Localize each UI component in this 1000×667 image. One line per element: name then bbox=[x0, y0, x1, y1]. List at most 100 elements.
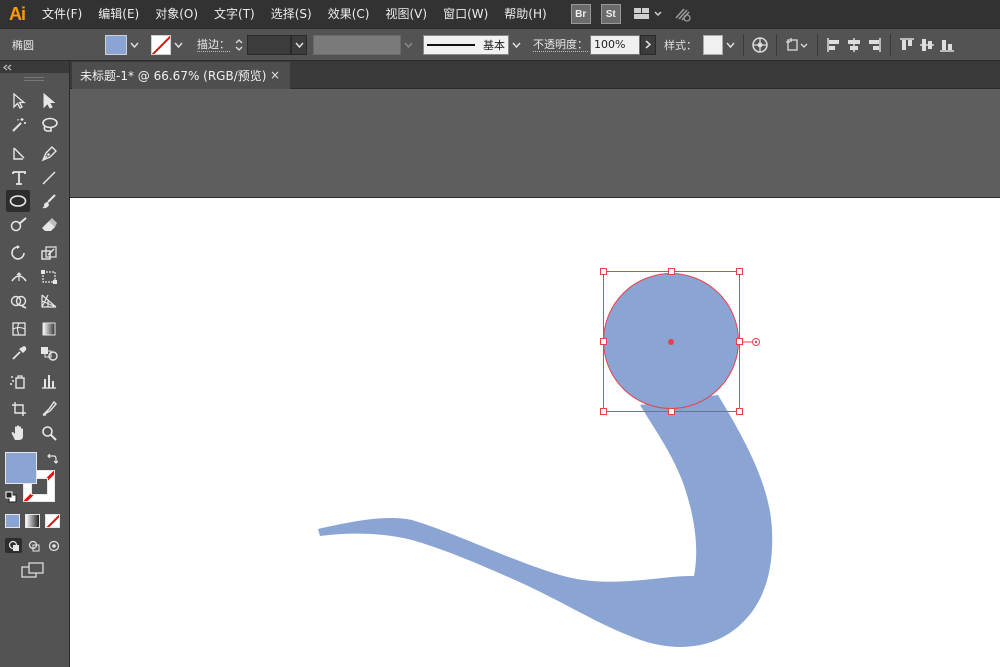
align-to-icon[interactable] bbox=[783, 33, 811, 57]
chevron-down-icon[interactable] bbox=[509, 35, 523, 55]
chevron-down-icon[interactable] bbox=[401, 35, 415, 55]
menu-bar: Ai 文件(F) 编辑(E) 对象(O) 文字(T) 选择(S) 效果(C) 视… bbox=[0, 0, 1000, 28]
fill-color-box[interactable] bbox=[5, 452, 37, 484]
double-chevron-left-icon[interactable] bbox=[3, 64, 13, 71]
draw-behind-icon[interactable] bbox=[25, 538, 42, 553]
app-logo[interactable]: Ai bbox=[0, 4, 34, 25]
document-tab-strip: 未标题-1* @ 66.67% (RGB/预览) × bbox=[70, 61, 1000, 89]
menu-effect[interactable]: 效果(C) bbox=[320, 0, 378, 28]
chevron-down-icon[interactable] bbox=[171, 35, 185, 55]
lasso-tool[interactable] bbox=[37, 114, 61, 136]
fill-color-swatch[interactable] bbox=[105, 34, 127, 55]
align-bottom-icon[interactable] bbox=[937, 33, 957, 57]
magic-wand-tool[interactable] bbox=[7, 114, 31, 136]
toolbox-collapse-bar[interactable] bbox=[0, 61, 69, 73]
free-transform-tool[interactable] bbox=[37, 266, 61, 288]
swap-fill-stroke-icon[interactable] bbox=[46, 453, 59, 468]
divider bbox=[743, 33, 744, 56]
divider bbox=[817, 33, 818, 56]
gradient-tool[interactable] bbox=[37, 318, 61, 340]
resize-handle[interactable] bbox=[600, 408, 607, 415]
resize-handle[interactable] bbox=[668, 268, 675, 275]
graphic-style-swatch[interactable] bbox=[703, 34, 723, 55]
chevron-down-icon[interactable] bbox=[127, 35, 141, 55]
chevron-down-icon[interactable] bbox=[723, 35, 737, 55]
default-fill-stroke-icon[interactable] bbox=[5, 491, 17, 506]
type-tool[interactable] bbox=[7, 167, 31, 189]
opacity-label[interactable]: 不透明度： bbox=[533, 38, 588, 52]
workspace-layout-icon[interactable] bbox=[631, 0, 665, 28]
eyedropper-tool[interactable] bbox=[7, 342, 31, 364]
zoom-tool[interactable] bbox=[37, 422, 61, 444]
selection-tool[interactable] bbox=[7, 90, 31, 112]
document-tab[interactable]: 未标题-1* @ 66.67% (RGB/预览) × bbox=[72, 62, 290, 89]
menu-type[interactable]: 文字(T) bbox=[206, 0, 263, 28]
stroke-label[interactable]: 描边： bbox=[197, 38, 230, 52]
menu-help[interactable]: 帮助(H) bbox=[496, 0, 554, 28]
menu-window[interactable]: 窗口(W) bbox=[435, 0, 496, 28]
align-horizontal-center-icon[interactable] bbox=[844, 33, 864, 57]
curved-stroke-shape[interactable] bbox=[318, 395, 773, 647]
menu-view[interactable]: 视图(V) bbox=[377, 0, 435, 28]
slice-tool[interactable] bbox=[37, 398, 61, 420]
gpu-performance-icon[interactable] bbox=[671, 0, 695, 28]
toolbox-grip[interactable] bbox=[24, 77, 44, 81]
artboard-tool[interactable] bbox=[7, 398, 31, 420]
bridge-button[interactable]: Br bbox=[570, 4, 591, 24]
perspective-grid-tool[interactable] bbox=[37, 290, 61, 312]
stroke-weight-stepper[interactable] bbox=[233, 35, 245, 55]
blend-tool[interactable] bbox=[37, 342, 61, 364]
stock-button[interactable]: St bbox=[600, 4, 621, 24]
shape-builder-tool[interactable] bbox=[7, 290, 31, 312]
scale-tool[interactable] bbox=[37, 242, 61, 264]
resize-handle[interactable] bbox=[600, 268, 607, 275]
menu-file[interactable]: 文件(F) bbox=[34, 0, 90, 28]
hand-tool[interactable] bbox=[7, 422, 31, 444]
variable-width-profile[interactable] bbox=[313, 34, 401, 55]
gradient-mode-button[interactable] bbox=[25, 514, 40, 528]
width-tool[interactable] bbox=[7, 266, 31, 288]
blob-brush-tool[interactable] bbox=[7, 214, 31, 236]
ellipse-tool[interactable] bbox=[6, 190, 30, 212]
column-graph-tool[interactable] bbox=[37, 370, 61, 392]
brush-definition[interactable]: 基本 bbox=[423, 34, 509, 55]
control-bar: 椭圆 描边： 基本 不透明度： 100% 样式： bbox=[0, 28, 1000, 61]
draw-inside-icon[interactable] bbox=[45, 538, 62, 553]
direct-selection-tool[interactable] bbox=[37, 90, 61, 112]
divider bbox=[890, 33, 891, 56]
align-vertical-center-icon[interactable] bbox=[917, 33, 937, 57]
align-top-icon[interactable] bbox=[897, 33, 917, 57]
recolor-artwork-icon[interactable] bbox=[750, 33, 770, 57]
resize-handle[interactable] bbox=[668, 408, 675, 415]
eraser-tool[interactable] bbox=[37, 214, 61, 236]
pen-tool[interactable] bbox=[37, 143, 61, 165]
screen-mode-icon[interactable] bbox=[21, 561, 45, 582]
menu-edit[interactable]: 编辑(E) bbox=[90, 0, 147, 28]
style-label: 样式： bbox=[664, 38, 697, 52]
resize-handle[interactable] bbox=[736, 268, 743, 275]
close-icon[interactable]: × bbox=[270, 68, 280, 82]
resize-handle[interactable] bbox=[736, 408, 743, 415]
stroke-weight-field[interactable] bbox=[247, 34, 291, 55]
mesh-tool[interactable] bbox=[7, 318, 31, 340]
none-mode-button[interactable] bbox=[45, 514, 60, 528]
line-segment-tool[interactable] bbox=[37, 167, 61, 189]
curvature-tool[interactable] bbox=[7, 143, 31, 165]
opacity-field[interactable]: 100% bbox=[590, 34, 640, 55]
draw-normal-icon[interactable] bbox=[5, 538, 22, 553]
resize-handle[interactable] bbox=[736, 338, 743, 345]
paintbrush-tool[interactable] bbox=[37, 190, 61, 212]
rotate-tool[interactable] bbox=[7, 242, 31, 264]
color-mode-button[interactable] bbox=[5, 514, 20, 528]
chevron-right-icon[interactable] bbox=[640, 34, 656, 55]
symbol-sprayer-tool[interactable] bbox=[7, 370, 31, 392]
align-left-icon[interactable] bbox=[824, 33, 844, 57]
artwork-layer[interactable] bbox=[70, 89, 1000, 667]
resize-handle[interactable] bbox=[600, 338, 607, 345]
menu-select[interactable]: 选择(S) bbox=[263, 0, 320, 28]
align-right-icon[interactable] bbox=[864, 33, 884, 57]
document-tab-title: 未标题-1* @ 66.67% (RGB/预览) bbox=[80, 69, 267, 83]
menu-object[interactable]: 对象(O) bbox=[147, 0, 206, 28]
chevron-down-icon[interactable] bbox=[291, 34, 307, 55]
stroke-color-swatch[interactable] bbox=[151, 34, 171, 55]
